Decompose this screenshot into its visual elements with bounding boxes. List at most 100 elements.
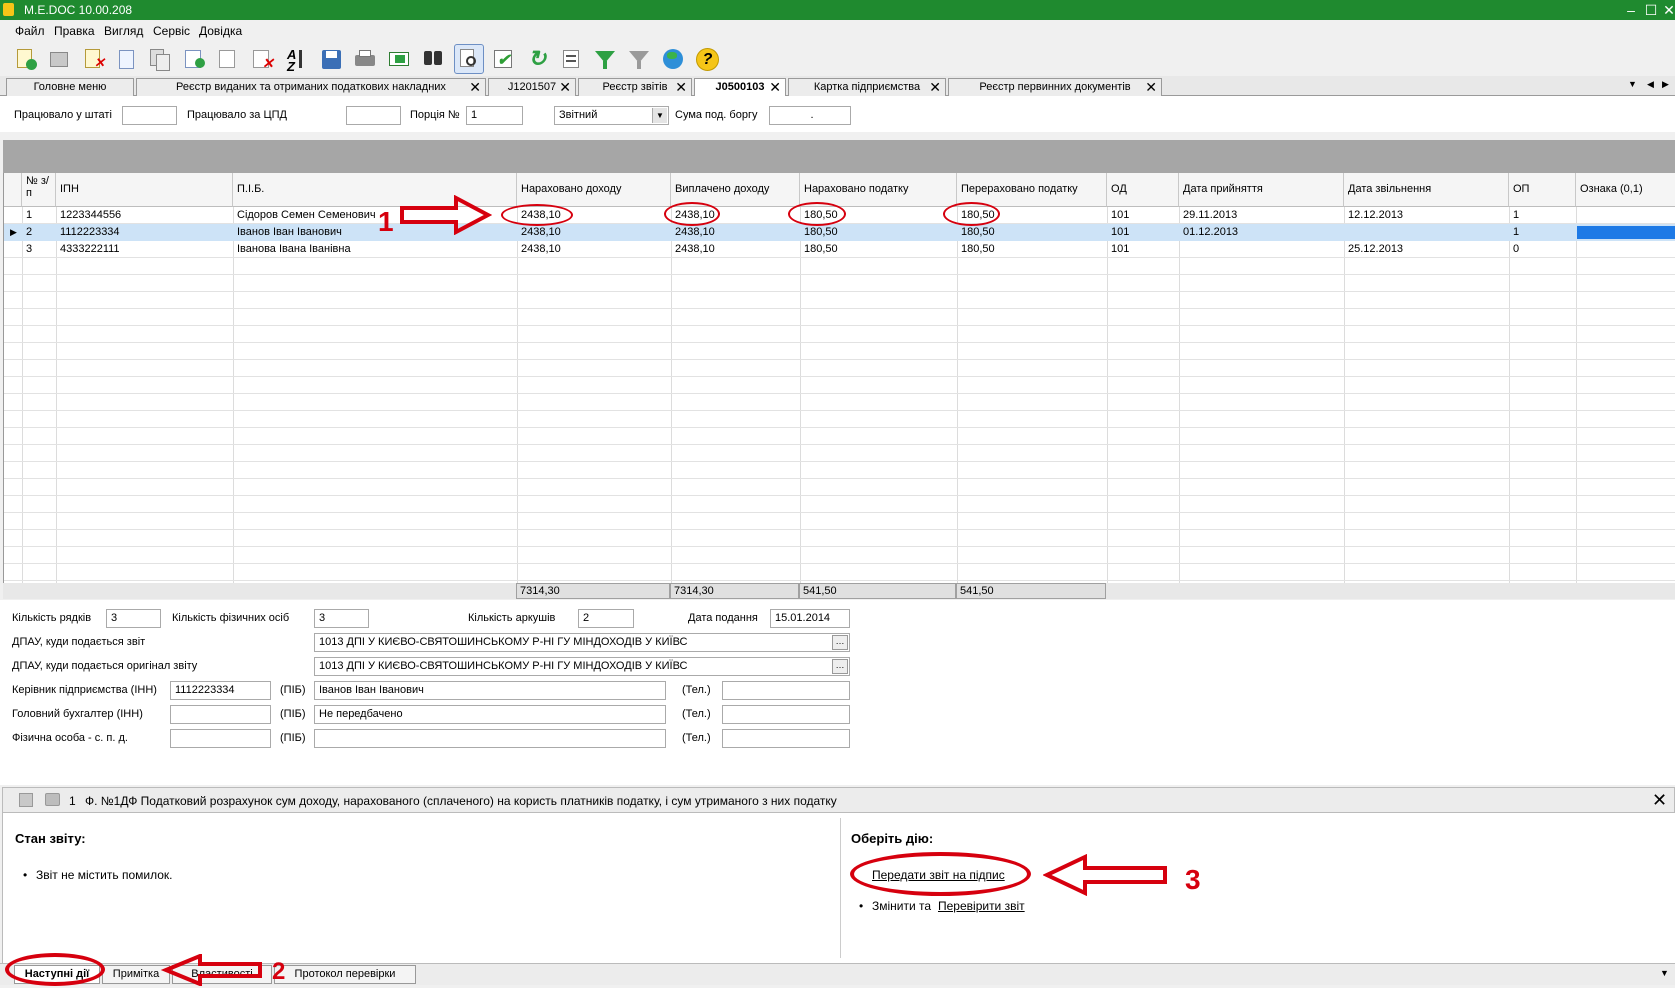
send-icon[interactable] [386,46,412,72]
minimize-icon[interactable]: – [1622,1,1640,19]
copy2-icon[interactable] [147,46,173,72]
chevron-down-icon[interactable]: ▼ [1660,968,1669,978]
sort-icon[interactable]: AZ [283,46,309,73]
column-header-income-accrued[interactable]: Нараховано доходу [517,173,671,207]
sheets-count-input[interactable]: 2 [578,609,634,628]
dpau-input[interactable]: 1013 ДПІ У КИЄВО-СВЯТОШИНСЬКОМУ Р-НІ ГУ … [314,633,850,652]
doc-title: Ф. №1ДФ Податковий розрахунок сум доходу… [85,794,837,808]
table-row[interactable]: 3 4333222111 Іванова Івана Іванівна 2438… [4,241,1675,258]
filter-icon[interactable] [592,46,618,72]
dpau-orig-input[interactable]: 1013 ДПІ У КИЄВО-СВЯТОШИНСЬКОМУ Р-НІ ГУ … [314,657,850,676]
check-report-link[interactable]: Перевірити звіт [938,899,1025,913]
close-window-icon[interactable]: ✕ [1660,1,1675,19]
tabs-left-icon[interactable]: ◀ [1647,79,1654,90]
persons-count-input[interactable]: 3 [314,609,369,628]
submit-date-input[interactable]: 15.01.2014 [770,609,850,628]
cell-income-accrued: 2438,10 [521,243,561,255]
tab-company-card[interactable]: Картка підприємства ✕ [788,78,946,96]
add-row-icon[interactable] [181,46,207,72]
close-tab-icon[interactable]: ✕ [469,79,481,95]
help-icon[interactable]: ? [694,46,720,72]
person-name-input[interactable] [314,729,666,748]
worked-cpd-input[interactable] [346,106,401,125]
rows-count-input[interactable]: 3 [106,609,161,628]
tab-label: Реєстр виданих та отриманих податкових н… [176,81,446,93]
column-header-ipn[interactable]: ІПН [56,173,233,207]
cell-op: 0 [1513,243,1520,255]
close-tab-icon[interactable]: ✕ [675,79,687,95]
clear-filter-icon[interactable] [626,46,652,72]
debt-input[interactable]: . [769,106,851,125]
grid-row-line [4,325,1675,326]
edit-row-icon[interactable] [215,46,241,72]
dpau-label: ДПАУ, куди подається звіт [12,636,146,648]
accountant-name-input[interactable]: Не передбачено [314,705,666,724]
chevron-down-icon[interactable]: ▼ [652,108,667,123]
cell-op: 1 [1513,226,1520,238]
delete-row-icon[interactable]: ✕ [249,46,275,72]
close-doc-icon[interactable]: ✕ [1652,790,1667,811]
tab-check-protocol[interactable]: Протокол перевірки [274,965,416,984]
column-header-op[interactable]: ОП [1509,173,1576,207]
column-header-flag[interactable]: Ознака (0,1) [1576,173,1675,207]
menu-service[interactable]: Сервіс [153,24,190,38]
close-tab-icon[interactable]: ✕ [929,79,941,95]
menu-file[interactable]: Файл [15,24,45,38]
check-icon[interactable]: ✔ [490,46,516,72]
tabs-dropdown-icon[interactable]: ▼ [1628,79,1637,89]
delete-doc-icon[interactable]: ✕ [80,46,106,72]
table-row[interactable]: ▶ 2 1112223334 Іванов Іван Іванович 2438… [4,224,1675,241]
tab-j0500103[interactable]: J0500103 ✕ [694,78,786,97]
close-tab-icon[interactable]: ✕ [769,79,781,95]
accountant-inn-input[interactable] [170,705,271,724]
person-phone-input[interactable] [722,729,850,748]
portion-input[interactable]: 1 [466,106,523,125]
director-name-input[interactable]: Іванов Іван Іванович [314,681,666,700]
new-doc-icon[interactable] [12,46,38,72]
globe-icon[interactable] [660,46,686,72]
report-type-select[interactable]: Звітний ▼ [554,106,669,125]
tab-j1201507[interactable]: J1201507 ✕ [488,78,576,96]
menu-edit[interactable]: Правка [54,24,95,38]
close-tab-icon[interactable]: ✕ [559,79,571,95]
preview-icon[interactable] [454,44,484,74]
grid-column-line [1179,207,1180,583]
open-icon[interactable] [46,46,72,72]
cell-dismiss-date: 25.12.2013 [1348,243,1404,255]
cell-tax-transferred: 180,50 [961,243,995,255]
close-tab-icon[interactable]: ✕ [1145,79,1157,95]
refresh-icon[interactable]: ↻ [524,46,550,72]
cell-flag-selected[interactable] [1577,226,1675,239]
dpau-orig-browse-button[interactable]: … [832,659,848,674]
print-icon[interactable] [352,46,378,72]
save-icon[interactable] [19,793,33,807]
tab-primary-docs-register[interactable]: Реєстр первинних документів ✕ [948,78,1162,96]
grid-row-line [4,563,1675,564]
cell-tax-transferred: 180,50 [961,226,995,238]
director-inn-input[interactable]: 1112223334 [170,681,271,700]
menu-view[interactable]: Вигляд [104,24,143,38]
director-tel-label: (Тел.) [682,684,711,696]
person-inn-input[interactable] [170,729,271,748]
worked-staff-input[interactable] [122,106,177,125]
director-phone-input[interactable] [722,681,850,700]
bullet-icon: • [23,868,28,882]
copy-icon[interactable] [113,46,139,72]
list-icon[interactable] [558,46,584,72]
maximize-icon[interactable]: ☐ [1642,1,1660,19]
tab-tax-invoices-register[interactable]: Реєстр виданих та отриманих податкових н… [136,78,486,96]
cell-ipn: 1112223334 [60,226,120,238]
tab-reports-register[interactable]: Реєстр звітів ✕ [578,78,692,96]
tabs-right-icon[interactable]: ▶ [1662,79,1669,90]
column-header-num[interactable]: № з/п [22,173,56,207]
column-header-hire-date[interactable]: Дата прийняття [1179,173,1344,207]
column-header-dismiss-date[interactable]: Дата звільнення [1344,173,1509,207]
print-icon[interactable] [45,793,60,806]
accountant-phone-input[interactable] [722,705,850,724]
dpau-browse-button[interactable]: … [832,635,848,650]
save-icon[interactable] [318,46,344,72]
find-icon[interactable] [420,46,446,72]
tab-main-menu[interactable]: Головне меню [6,78,134,96]
column-header-od[interactable]: ОД [1107,173,1179,207]
menu-help[interactable]: Довідка [199,24,242,38]
